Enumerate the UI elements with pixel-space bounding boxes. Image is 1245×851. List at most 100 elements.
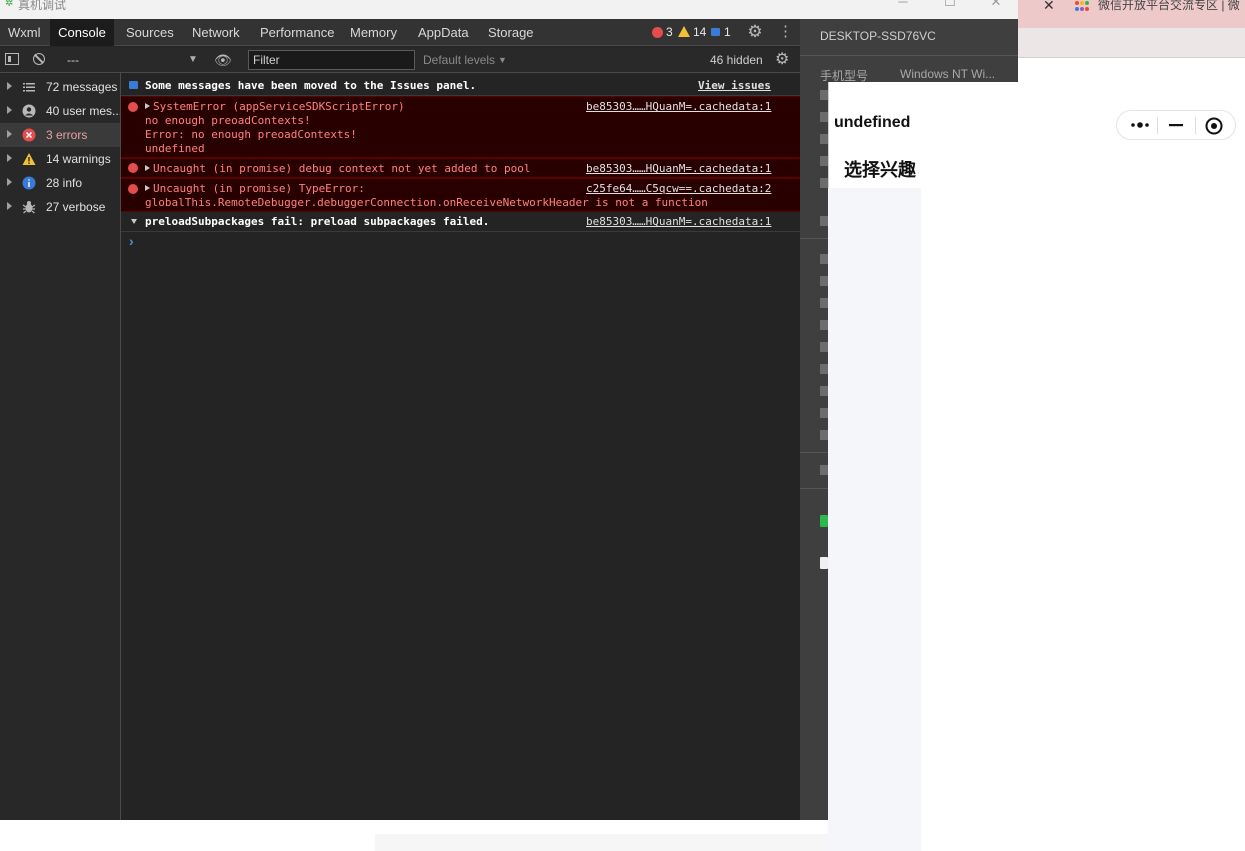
nav-title: undefined (834, 114, 911, 131)
issues-notice-text: Some messages have been moved to the Iss… (145, 79, 477, 92)
sidebar-item-label: 27 verbose (46, 200, 106, 214)
error-count-icon[interactable] (652, 27, 663, 38)
info-panel-labels-clipped (820, 90, 828, 475)
message-text: preloadSubpackages fail: preload subpack… (145, 215, 490, 228)
collapse-arrow-icon[interactable] (131, 219, 137, 224)
sidebar-item-info[interactable]: 28 info (0, 171, 120, 195)
view-issues-link[interactable]: View issues (698, 79, 771, 93)
background-browser-tab-title[interactable]: 微信开放平台交流专区 | 微 (1098, 0, 1245, 12)
chevron-down-icon[interactable]: ▼ (188, 47, 198, 73)
expand-arrow-icon[interactable] (7, 82, 12, 90)
more-dots-icon[interactable] (1129, 117, 1151, 133)
sidebar-item-label: 3 errors (46, 128, 88, 142)
expand-arrow-icon[interactable] (145, 185, 150, 191)
filter-input[interactable]: Filter (248, 50, 415, 70)
source-link[interactable]: c25fe64……C5qcw==.cachedata:2 (586, 182, 771, 196)
info-count-icon[interactable] (711, 28, 720, 36)
context-selector[interactable]: --- (67, 47, 79, 73)
divider (800, 452, 828, 453)
gear-icon[interactable]: ⚙ (746, 23, 764, 41)
sidebar-item-warnings[interactable]: 14 warnings (0, 147, 120, 171)
tab-console[interactable]: Console (50, 19, 114, 46)
error-icon (128, 102, 138, 112)
tab-performance[interactable]: Performance (252, 19, 342, 46)
close-icon[interactable]: ✕ (1043, 0, 1059, 12)
error-message-row[interactable]: SystemError (appServiceSDKScriptError) n… (121, 96, 800, 158)
divider (800, 55, 1018, 56)
list-icon (22, 80, 36, 94)
clear-console-icon[interactable] (33, 53, 45, 65)
issues-notice-row: Some messages have been moved to the Iss… (121, 76, 800, 96)
log-message-row[interactable]: preloadSubpackages fail: preload subpack… (121, 212, 800, 232)
info-count[interactable]: 1 (724, 19, 731, 46)
error-message-row[interactable]: Uncaught (in promise) debug context not … (121, 158, 800, 178)
error-message-row[interactable]: Uncaught (in promise) TypeError: globalT… (121, 178, 800, 212)
expand-arrow-icon[interactable] (7, 130, 12, 138)
window-titlebar (0, 0, 1018, 19)
expand-arrow-icon[interactable] (7, 154, 12, 162)
warning-count[interactable]: 14 (693, 19, 706, 46)
phone-model-value: Windows NT Wi... (900, 67, 996, 81)
warning-count-icon[interactable] (678, 26, 690, 37)
sidebar-item-messages[interactable]: 72 messages (0, 75, 120, 99)
tab-appdata[interactable]: AppData (410, 19, 477, 46)
expand-arrow-icon[interactable] (145, 103, 150, 109)
hidden-count: 46 hidden (710, 53, 763, 67)
divider (800, 238, 828, 239)
expand-arrow-icon[interactable] (7, 106, 12, 114)
device-name: DESKTOP-SSD76VC (820, 29, 936, 43)
warning-icon (22, 152, 36, 166)
close-miniprogram-icon[interactable] (1204, 116, 1224, 136)
user-icon (22, 104, 36, 118)
message-text: no enough preoadContexts! (145, 114, 311, 127)
minimize-icon[interactable]: ─ (893, 0, 913, 11)
info-icon (22, 176, 36, 190)
background-browser-address-bar (1018, 28, 1245, 58)
sidebar-toggle-icon[interactable] (5, 53, 19, 65)
console-settings-icon[interactable]: ⚙ (775, 47, 789, 73)
tab-network[interactable]: Network (184, 19, 248, 46)
message-text: Error: no enough preoadContexts! (145, 128, 357, 141)
more-vertical-icon[interactable]: ⋮ (778, 23, 793, 41)
tab-memory[interactable]: Memory (342, 19, 405, 46)
close-window-icon[interactable]: ✕ (986, 0, 1006, 11)
maximize-icon[interactable]: ☐ (940, 0, 960, 11)
checkbox-unchecked[interactable] (820, 557, 828, 569)
source-link[interactable]: be85303……HQuanM=.cachedata:1 (586, 215, 771, 229)
minimize-icon[interactable] (1168, 117, 1184, 133)
issues-icon (129, 81, 138, 89)
error-icon (22, 128, 36, 142)
sidebar-item-errors[interactable]: 3 errors (0, 123, 120, 147)
expand-arrow-icon[interactable] (7, 178, 12, 186)
tab-wxml[interactable]: Wxml (0, 19, 49, 46)
source-link[interactable]: be85303……HQuanM=.cachedata:1 (586, 100, 771, 114)
capsule-divider (1195, 117, 1196, 134)
sidebar-item-verbose[interactable]: 27 verbose (0, 195, 120, 219)
miniprogram-capsule (1116, 110, 1236, 140)
message-text: Uncaught (in promise) TypeError: (153, 182, 365, 195)
divider (800, 488, 828, 489)
page-heading: 选择兴趣 (844, 160, 916, 180)
tab-sources[interactable]: Sources (118, 19, 182, 46)
message-text: SystemError (appServiceSDKScriptError) (153, 100, 405, 113)
bug-icon (22, 200, 36, 214)
levels-chevron-icon[interactable]: ▼ (498, 47, 507, 73)
expand-arrow-icon[interactable] (145, 165, 150, 171)
sidebar-item-label: 28 info (46, 176, 83, 190)
sidebar-item-label: 72 messages (46, 80, 118, 94)
app-icon: ✲ (5, 0, 14, 9)
eye-icon[interactable]: 👁 (214, 47, 232, 73)
sidebar-item-user-messages[interactable]: 40 user mes... (0, 99, 120, 123)
sidebar-item-label: 40 user mes... (46, 104, 120, 118)
error-icon (128, 184, 138, 194)
background-window-edge (375, 834, 828, 851)
tab-storage[interactable]: Storage (480, 19, 542, 46)
error-count[interactable]: 3 (666, 19, 673, 46)
log-levels-dropdown[interactable]: Default levels (423, 47, 495, 73)
source-link[interactable]: be85303……HQuanM=.cachedata:1 (586, 162, 771, 176)
capsule-divider (1157, 117, 1158, 134)
expand-arrow-icon[interactable] (7, 202, 12, 210)
checkbox-checked[interactable] (820, 515, 828, 527)
console-prompt[interactable]: › (129, 233, 134, 249)
error-icon (128, 163, 138, 173)
